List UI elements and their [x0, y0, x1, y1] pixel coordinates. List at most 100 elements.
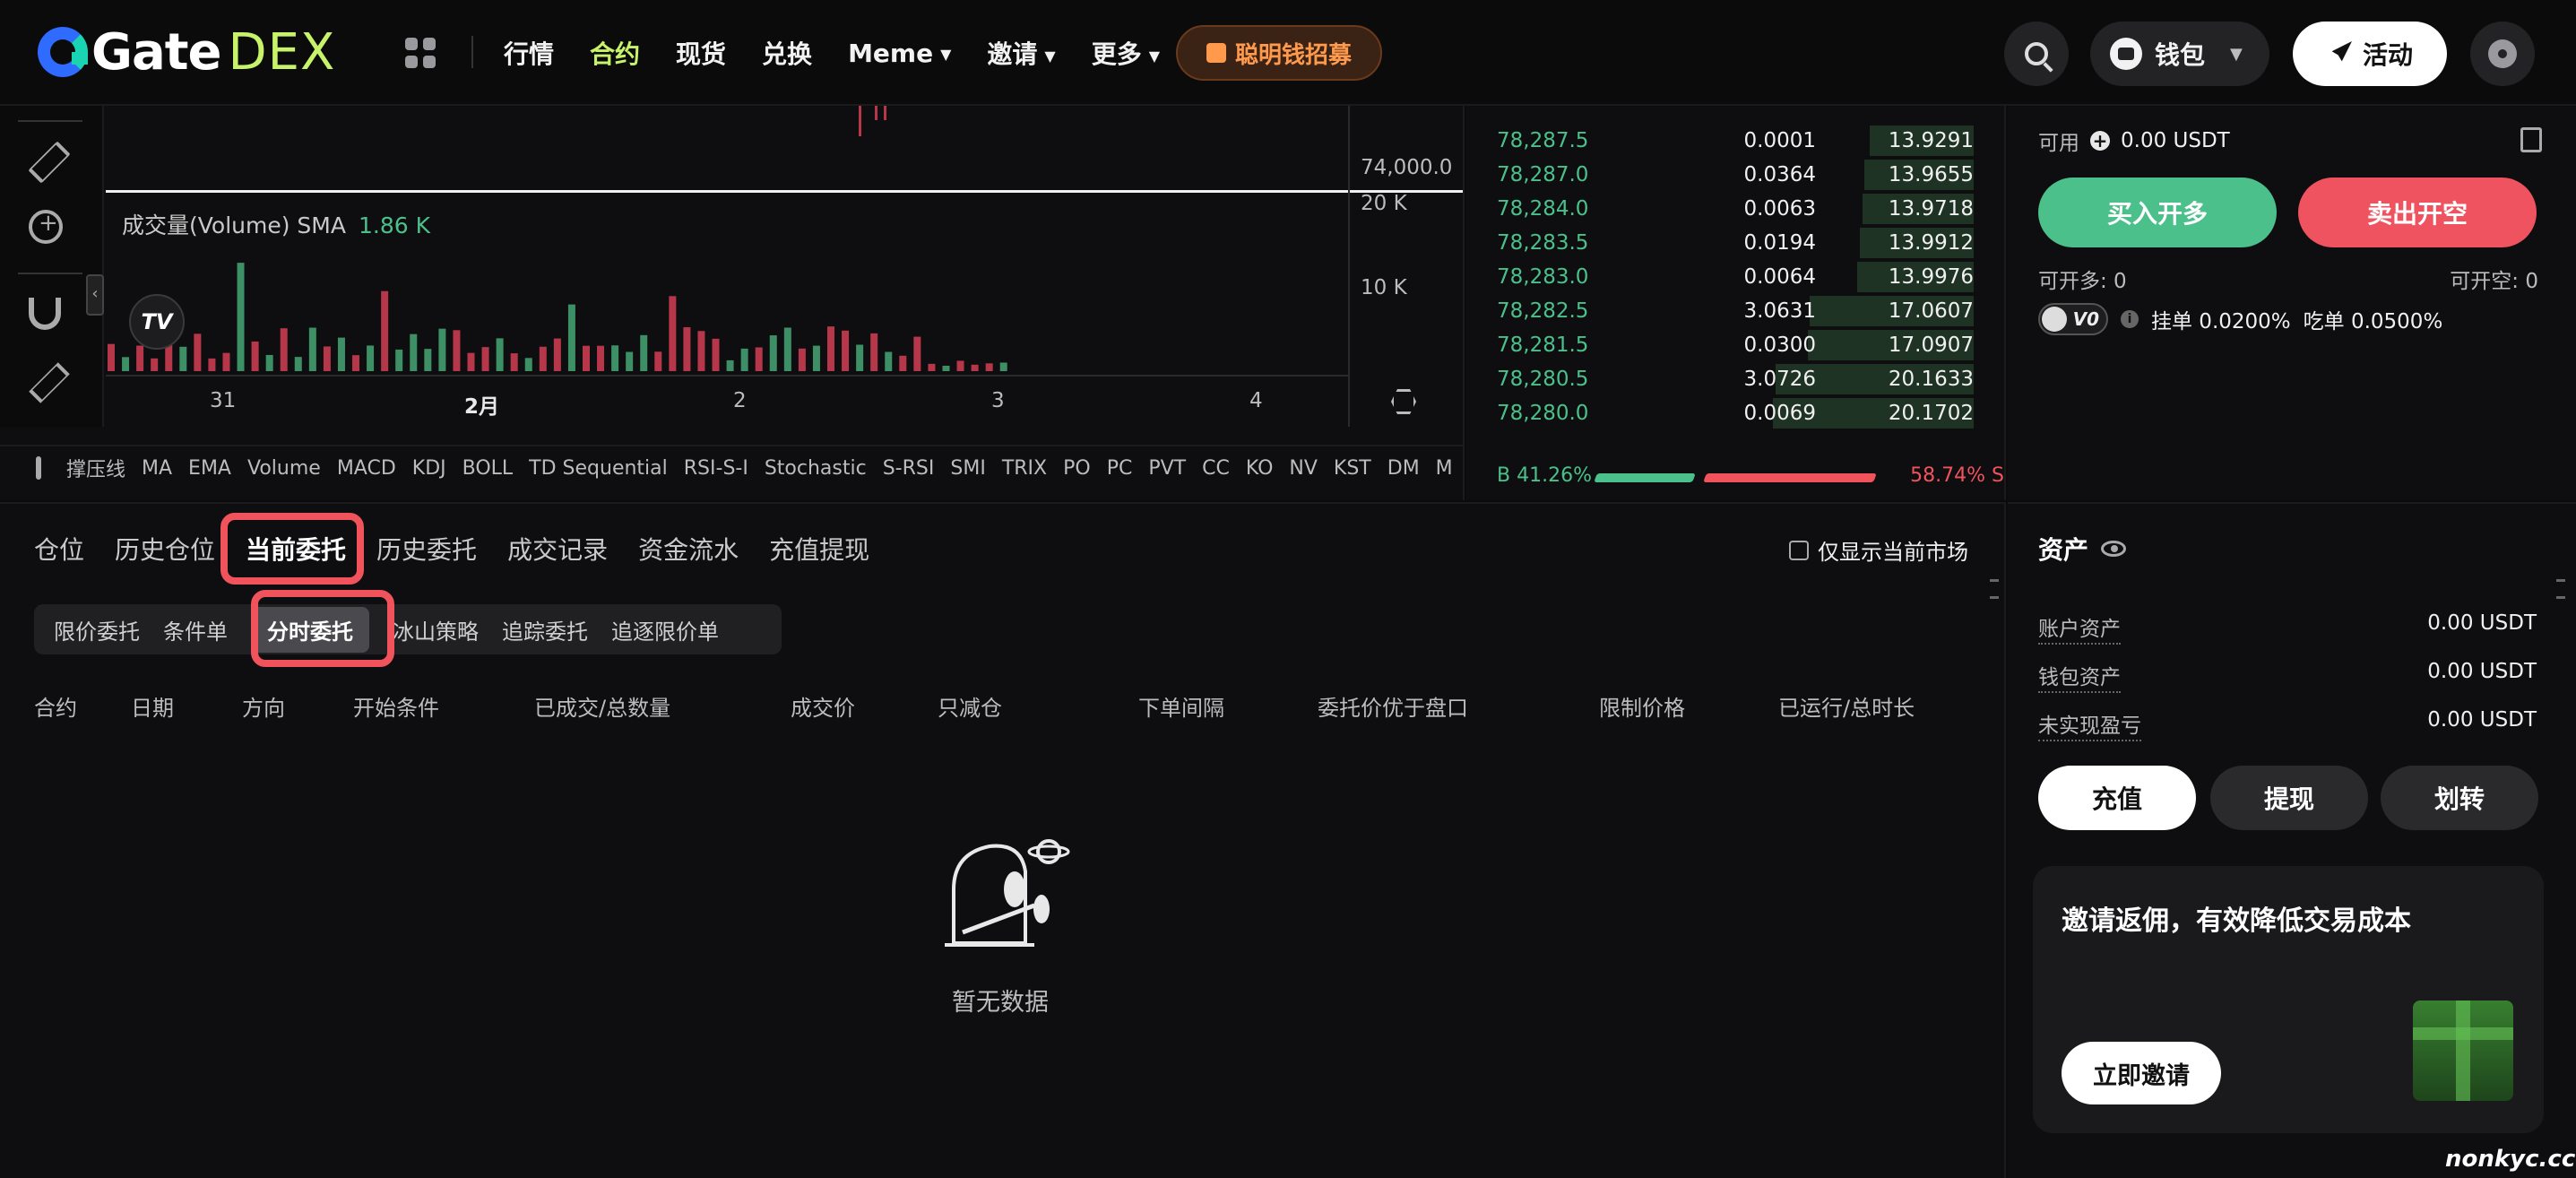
indicator-item[interactable]: Volume — [247, 457, 321, 480]
nav-link[interactable]: 兑换 — [762, 35, 812, 71]
tab-1[interactable]: 历史仓位 — [115, 531, 215, 567]
asset-value: 0.00 USDT — [2427, 708, 2537, 732]
nav-item-2[interactable]: 现货 — [676, 39, 726, 69]
indicator-item[interactable]: S-RSI — [883, 457, 935, 480]
nav-item-5[interactable]: 邀请 — [987, 39, 1037, 69]
eye-icon[interactable] — [2101, 541, 2127, 557]
volume-bar — [352, 355, 360, 371]
volume-bar — [640, 334, 648, 371]
nav-link[interactable]: 行情 — [504, 35, 554, 71]
vip-level-badge[interactable]: V0 — [2038, 303, 2108, 335]
magnet-icon[interactable] — [29, 298, 61, 330]
indicator-item[interactable]: PC — [1107, 457, 1133, 480]
pencil-lock-icon[interactable] — [29, 362, 70, 403]
tradingview-logo-icon[interactable]: TV — [129, 294, 185, 350]
apps-grid-icon[interactable] — [405, 38, 436, 68]
indicator-item[interactable]: PO — [1063, 457, 1091, 480]
sell-short-button[interactable]: 卖出开空 — [2298, 178, 2537, 247]
indicator-item[interactable]: KO — [1246, 457, 1274, 480]
indicator-item[interactable]: M — [1436, 457, 1453, 480]
wallet-button[interactable]: 钱包 ▼ — [2090, 22, 2269, 86]
orderbook-row[interactable]: 78,287.0 0.0364 13.9655 — [1497, 158, 1974, 192]
search-button[interactable] — [2004, 22, 2069, 86]
tab-6[interactable]: 充值提现 — [769, 531, 869, 567]
indicator-item[interactable]: TRIX — [1002, 457, 1047, 480]
indicator-bar: 撑压线 MA EMA Volume MACD KDJ BOLL TD Sequential RS… — [0, 445, 1465, 489]
buy-ratio-bar — [1594, 473, 1696, 482]
orderbook-row[interactable]: 78,280.5 3.0726 20.1633 — [1497, 362, 1974, 396]
axis-settings-icon[interactable] — [1391, 389, 1416, 414]
indicator-item[interactable]: MA — [142, 457, 172, 480]
indicator-item[interactable]: BOLL — [462, 457, 514, 480]
nav-link[interactable]: 更多 ▼ — [1092, 35, 1160, 71]
ruler-icon[interactable] — [28, 141, 71, 184]
volume-chart[interactable] — [106, 106, 1348, 375]
only-current-market-toggle[interactable]: 仅显示当前市场 — [1789, 534, 1968, 566]
orderbook-row[interactable]: 78,287.5 0.0001 13.9291 — [1497, 124, 1974, 158]
tab-3[interactable]: 历史委托 — [376, 531, 477, 567]
indicator-item[interactable]: 撑压线 — [66, 454, 125, 482]
gate-dex-logo[interactable]: Gate DEX — [38, 23, 335, 82]
indicator-item[interactable]: SMI — [950, 457, 985, 480]
volume-bar — [265, 354, 273, 371]
orderbook-row[interactable]: 78,281.5 0.0300 17.0907 — [1497, 328, 1974, 362]
zoom-in-icon[interactable] — [29, 210, 63, 244]
activity-button[interactable]: 活动 — [2293, 22, 2447, 86]
indicator-item[interactable]: DM — [1387, 457, 1420, 480]
nav-link[interactable]: Meme ▼ — [848, 39, 951, 68]
time-axis-tick: 2月 — [464, 395, 500, 419]
indicator-item[interactable]: KST — [1334, 457, 1371, 480]
tab-0[interactable]: 仓位 — [34, 531, 84, 567]
calculator-icon[interactable] — [2520, 127, 2542, 152]
buy-long-button[interactable]: 买入开多 — [2038, 178, 2277, 247]
subtab-3[interactable]: 冰山策略 — [393, 614, 479, 645]
orderbook-row[interactable]: 78,284.0 0.0063 13.9718 — [1497, 192, 1974, 226]
drawing-toolbar — [0, 106, 104, 427]
calendar-icon[interactable] — [36, 456, 41, 480]
checkbox[interactable] — [1789, 540, 1809, 560]
indicator-item[interactable]: MACD — [337, 457, 396, 480]
withdraw-button[interactable]: 提现 — [2210, 766, 2368, 830]
nav-item-3[interactable]: 兑换 — [762, 39, 812, 69]
volume-bar — [985, 363, 993, 371]
orderbook-row[interactable]: 78,282.5 3.0631 17.0607 — [1497, 294, 1974, 328]
volume-bar — [510, 353, 518, 371]
tab-4[interactable]: 成交记录 — [507, 531, 608, 567]
column-header: 限制价格 — [1599, 696, 1685, 721]
subtab-highlight-annotation — [251, 590, 394, 667]
nav-item-4[interactable]: Meme — [848, 39, 933, 68]
indicator-item[interactable]: TD Sequential — [529, 457, 668, 480]
indicator-item[interactable]: KDJ — [412, 457, 446, 480]
subtab-4[interactable]: 追踪委托 — [502, 614, 588, 645]
nav-item-0[interactable]: 行情 — [504, 39, 554, 69]
nav-item-1[interactable]: 合约 — [590, 39, 640, 69]
indicator-item[interactable]: RSI-S-I — [684, 457, 748, 480]
nav-link[interactable]: 合约 — [590, 35, 640, 71]
transfer-button[interactable]: 划转 — [2381, 766, 2538, 830]
indicator-item[interactable]: Stochastic — [765, 457, 867, 480]
resize-grip-icon[interactable] — [1990, 579, 1999, 599]
resize-grip-icon[interactable] — [2556, 579, 2565, 599]
invite-now-button[interactable]: 立即邀请 — [2062, 1042, 2221, 1104]
orderbook-row[interactable]: 78,283.0 0.0064 13.9976 — [1497, 260, 1974, 294]
deposit-button[interactable]: 充值 — [2038, 766, 2196, 830]
indicator-item[interactable]: CC — [1202, 457, 1230, 480]
indicator-item[interactable]: EMA — [188, 457, 231, 480]
nav-item-6[interactable]: 更多 — [1092, 39, 1142, 69]
orderbook-row[interactable]: 78,280.0 0.0069 20.1702 — [1497, 396, 1974, 430]
nav-link[interactable]: 现货 — [676, 35, 726, 71]
tab-5[interactable]: 资金流水 — [638, 531, 739, 567]
info-icon[interactable]: i — [2121, 310, 2139, 328]
settings-button[interactable] — [2470, 22, 2535, 86]
collapse-toolbar-button[interactable]: ‹ — [86, 274, 104, 316]
subtab-5[interactable]: 追逐限价单 — [611, 614, 719, 645]
orderbook-row[interactable]: 78,283.5 0.0194 13.9912 — [1497, 226, 1974, 260]
add-funds-icon[interactable]: + — [2090, 131, 2110, 151]
smart-money-promo-button[interactable]: 聪明钱招募 — [1176, 25, 1382, 81]
nav-link[interactable]: 邀请 ▼ — [987, 35, 1055, 71]
volume-axis-label: 10 K — [1361, 276, 1407, 299]
subtab-1[interactable]: 条件单 — [163, 614, 228, 645]
indicator-item[interactable]: PVT — [1148, 457, 1186, 480]
indicator-item[interactable]: NV — [1289, 457, 1318, 480]
subtab-0[interactable]: 限价委托 — [54, 614, 140, 645]
